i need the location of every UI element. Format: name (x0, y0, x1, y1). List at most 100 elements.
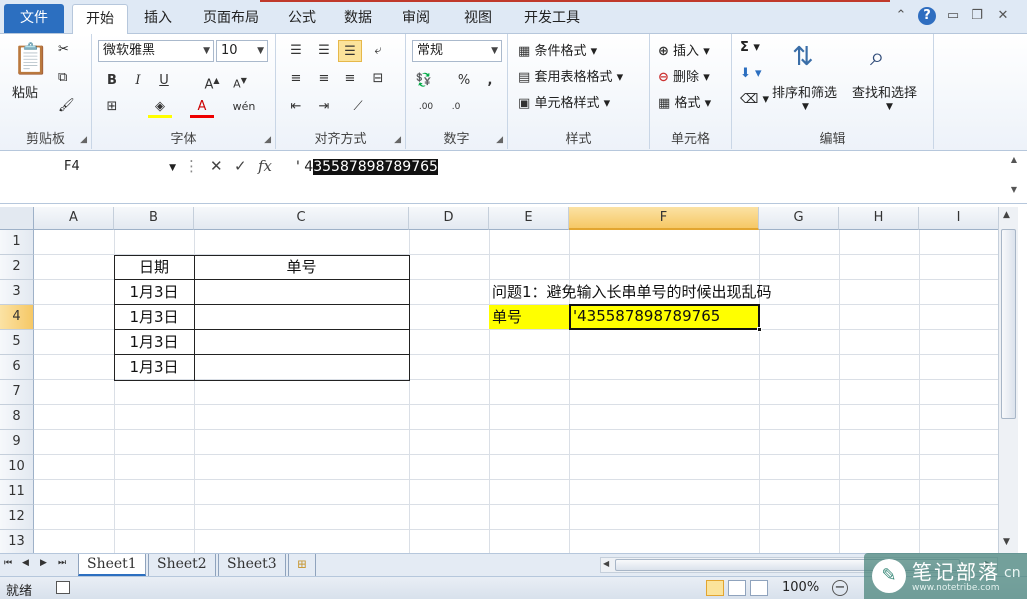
zoom-out-icon[interactable]: − (832, 580, 848, 596)
prev-sheet-icon[interactable]: ◀ (22, 558, 29, 568)
font-name-select[interactable]: 微软雅黑 ▼ (98, 40, 214, 62)
window-close-icon[interactable]: ✕ (994, 7, 1012, 25)
percent-button[interactable]: % (452, 70, 476, 92)
worksheet-grid[interactable]: A B C D E F G H I 1 2 3 4 5 6 7 8 9 10 1… (0, 207, 998, 553)
comma-button[interactable]: , (478, 70, 502, 92)
sheet-tab-sheet2[interactable]: Sheet2 (148, 554, 216, 576)
paste-icon[interactable]: 📋 (12, 42, 49, 77)
format-painter-icon[interactable]: 🖌 (58, 98, 75, 113)
sheet-tab-sheet1[interactable]: Sheet1 (78, 554, 146, 576)
align-left-icon[interactable]: ≡ (284, 68, 308, 90)
tab-review[interactable]: 审阅 (392, 4, 440, 34)
align-top-icon[interactable]: ☰ (284, 40, 308, 62)
tab-file[interactable]: 文件 (4, 4, 64, 33)
help-icon[interactable]: ? (918, 7, 936, 25)
dialog-launcher-icon[interactable]: ◢ (394, 135, 401, 145)
first-sheet-icon[interactable]: ⏮ (4, 558, 12, 568)
clear-icon[interactable]: ⌫ ▾ (740, 92, 769, 107)
dialog-launcher-icon[interactable]: ◢ (264, 135, 271, 145)
column-header-e[interactable]: E (489, 207, 569, 230)
orientation-icon[interactable]: ⟋ (346, 96, 370, 118)
cell-b2[interactable]: 日期 (114, 255, 194, 279)
row-header-4[interactable]: 4 (0, 305, 34, 330)
row-header-6[interactable]: 6 (0, 355, 34, 380)
tab-insert[interactable]: 插入 (134, 4, 182, 34)
page-layout-view-icon[interactable] (728, 580, 746, 596)
tab-page-layout[interactable]: 页面布局 (192, 4, 270, 34)
row-header-8[interactable]: 8 (0, 405, 34, 430)
zoom-level[interactable]: 100% (782, 580, 819, 595)
column-header-d[interactable]: D (409, 207, 489, 230)
paste-button[interactable]: 粘贴 (12, 82, 38, 101)
find-select-button[interactable]: 查找和选择 (852, 82, 917, 101)
select-all-corner[interactable] (0, 207, 34, 230)
cell-f4-active[interactable]: '435587898789765 (569, 304, 760, 330)
cell-e3[interactable]: 问题1：避免输入长串单号的时候出现乱码 (492, 280, 772, 304)
insert-sheet-icon[interactable]: ⊞ (288, 554, 317, 576)
delete-cells-button[interactable]: ⊖ 删除 ▾ (658, 66, 710, 85)
format-cells-button[interactable]: ▦ 格式 ▾ (658, 92, 711, 111)
cut-icon[interactable]: ✂ (58, 42, 69, 57)
autosum-button[interactable]: Σ ▾ (740, 40, 760, 55)
decrease-indent-icon[interactable]: ⇤ (284, 96, 308, 118)
row-header-10[interactable]: 10 (0, 455, 34, 480)
macro-record-icon[interactable] (56, 581, 70, 594)
column-header-f[interactable]: F (569, 207, 759, 230)
bold-button[interactable]: B (100, 70, 124, 92)
align-bottom-icon[interactable]: ☰ (338, 40, 362, 62)
cell-b3[interactable]: 1月3日 (114, 280, 194, 304)
column-header-i[interactable]: I (919, 207, 998, 230)
sheet-tab-sheet3[interactable]: Sheet3 (218, 554, 286, 576)
fill-icon[interactable]: ⬇ ▾ (740, 66, 762, 81)
format-as-table-button[interactable]: ▤ 套用表格格式 ▾ (518, 66, 623, 85)
tab-data[interactable]: 数据 (334, 4, 382, 34)
row-header-13[interactable]: 13 (0, 530, 34, 553)
column-header-c[interactable]: C (194, 207, 409, 230)
increase-indent-icon[interactable]: ⇥ (312, 96, 336, 118)
wrap-text-icon[interactable]: ⤶ (366, 40, 390, 62)
vertical-scroll-thumb[interactable] (1001, 229, 1016, 419)
row-header-1[interactable]: 1 (0, 230, 34, 255)
increase-decimal-icon[interactable]: .00 (414, 96, 438, 118)
minimize-ribbon-icon[interactable]: ⌃ (892, 7, 910, 25)
page-break-view-icon[interactable] (750, 580, 768, 596)
merge-center-icon[interactable]: ⊟ (366, 68, 390, 90)
column-header-h[interactable]: H (839, 207, 919, 230)
currency-icon[interactable]: 💱 (412, 70, 436, 92)
cell-b6[interactable]: 1月3日 (114, 355, 194, 379)
row-header-9[interactable]: 9 (0, 430, 34, 455)
cell-b4[interactable]: 1月3日 (114, 305, 194, 329)
grow-font-icon[interactable]: A▲ (200, 70, 224, 92)
sort-filter-button[interactable]: 排序和筛选 (772, 82, 837, 101)
column-header-g[interactable]: G (759, 207, 839, 230)
tab-developer[interactable]: 开发工具 (514, 4, 590, 34)
tab-formulas[interactable]: 公式 (278, 4, 326, 34)
formula-scroll-down-icon[interactable]: ▼ (1007, 185, 1021, 199)
number-format-select[interactable]: 常规 ▼ (412, 40, 502, 62)
row-header-2[interactable]: 2 (0, 255, 34, 280)
underline-button[interactable]: U (152, 70, 176, 92)
dialog-launcher-icon[interactable]: ◢ (80, 135, 87, 145)
fill-color-icon[interactable]: ◈ (148, 96, 172, 118)
row-header-7[interactable]: 7 (0, 380, 34, 405)
cancel-entry-button[interactable]: ✕ (210, 157, 223, 175)
insert-cells-button[interactable]: ⊕ 插入 ▾ (658, 40, 710, 59)
tab-home[interactable]: 开始 (72, 4, 128, 35)
borders-icon[interactable]: ⊞ (100, 96, 124, 118)
cell-b5[interactable]: 1月3日 (114, 330, 194, 354)
insert-function-button[interactable]: fx (258, 157, 272, 175)
row-header-3[interactable]: 3 (0, 280, 34, 305)
font-color-icon[interactable]: A (190, 96, 214, 118)
formula-scroll-up-icon[interactable]: ▲ (1007, 155, 1021, 169)
vertical-scrollbar[interactable]: ▲ ▼ (998, 207, 1018, 553)
window-restore-icon[interactable]: ❐ (968, 7, 986, 25)
name-box[interactable]: F4 ▼ (4, 157, 180, 179)
tab-view[interactable]: 视图 (450, 4, 506, 34)
last-sheet-icon[interactable]: ⏭ (58, 558, 66, 568)
phonetic-icon[interactable]: wén (232, 96, 256, 118)
confirm-entry-button[interactable]: ✓ (234, 157, 247, 175)
dialog-launcher-icon[interactable]: ◢ (496, 135, 503, 145)
scroll-down-icon[interactable]: ▼ (1003, 537, 1010, 547)
shrink-font-icon[interactable]: A▼ (228, 70, 252, 92)
scroll-up-icon[interactable]: ▲ (1003, 210, 1010, 220)
